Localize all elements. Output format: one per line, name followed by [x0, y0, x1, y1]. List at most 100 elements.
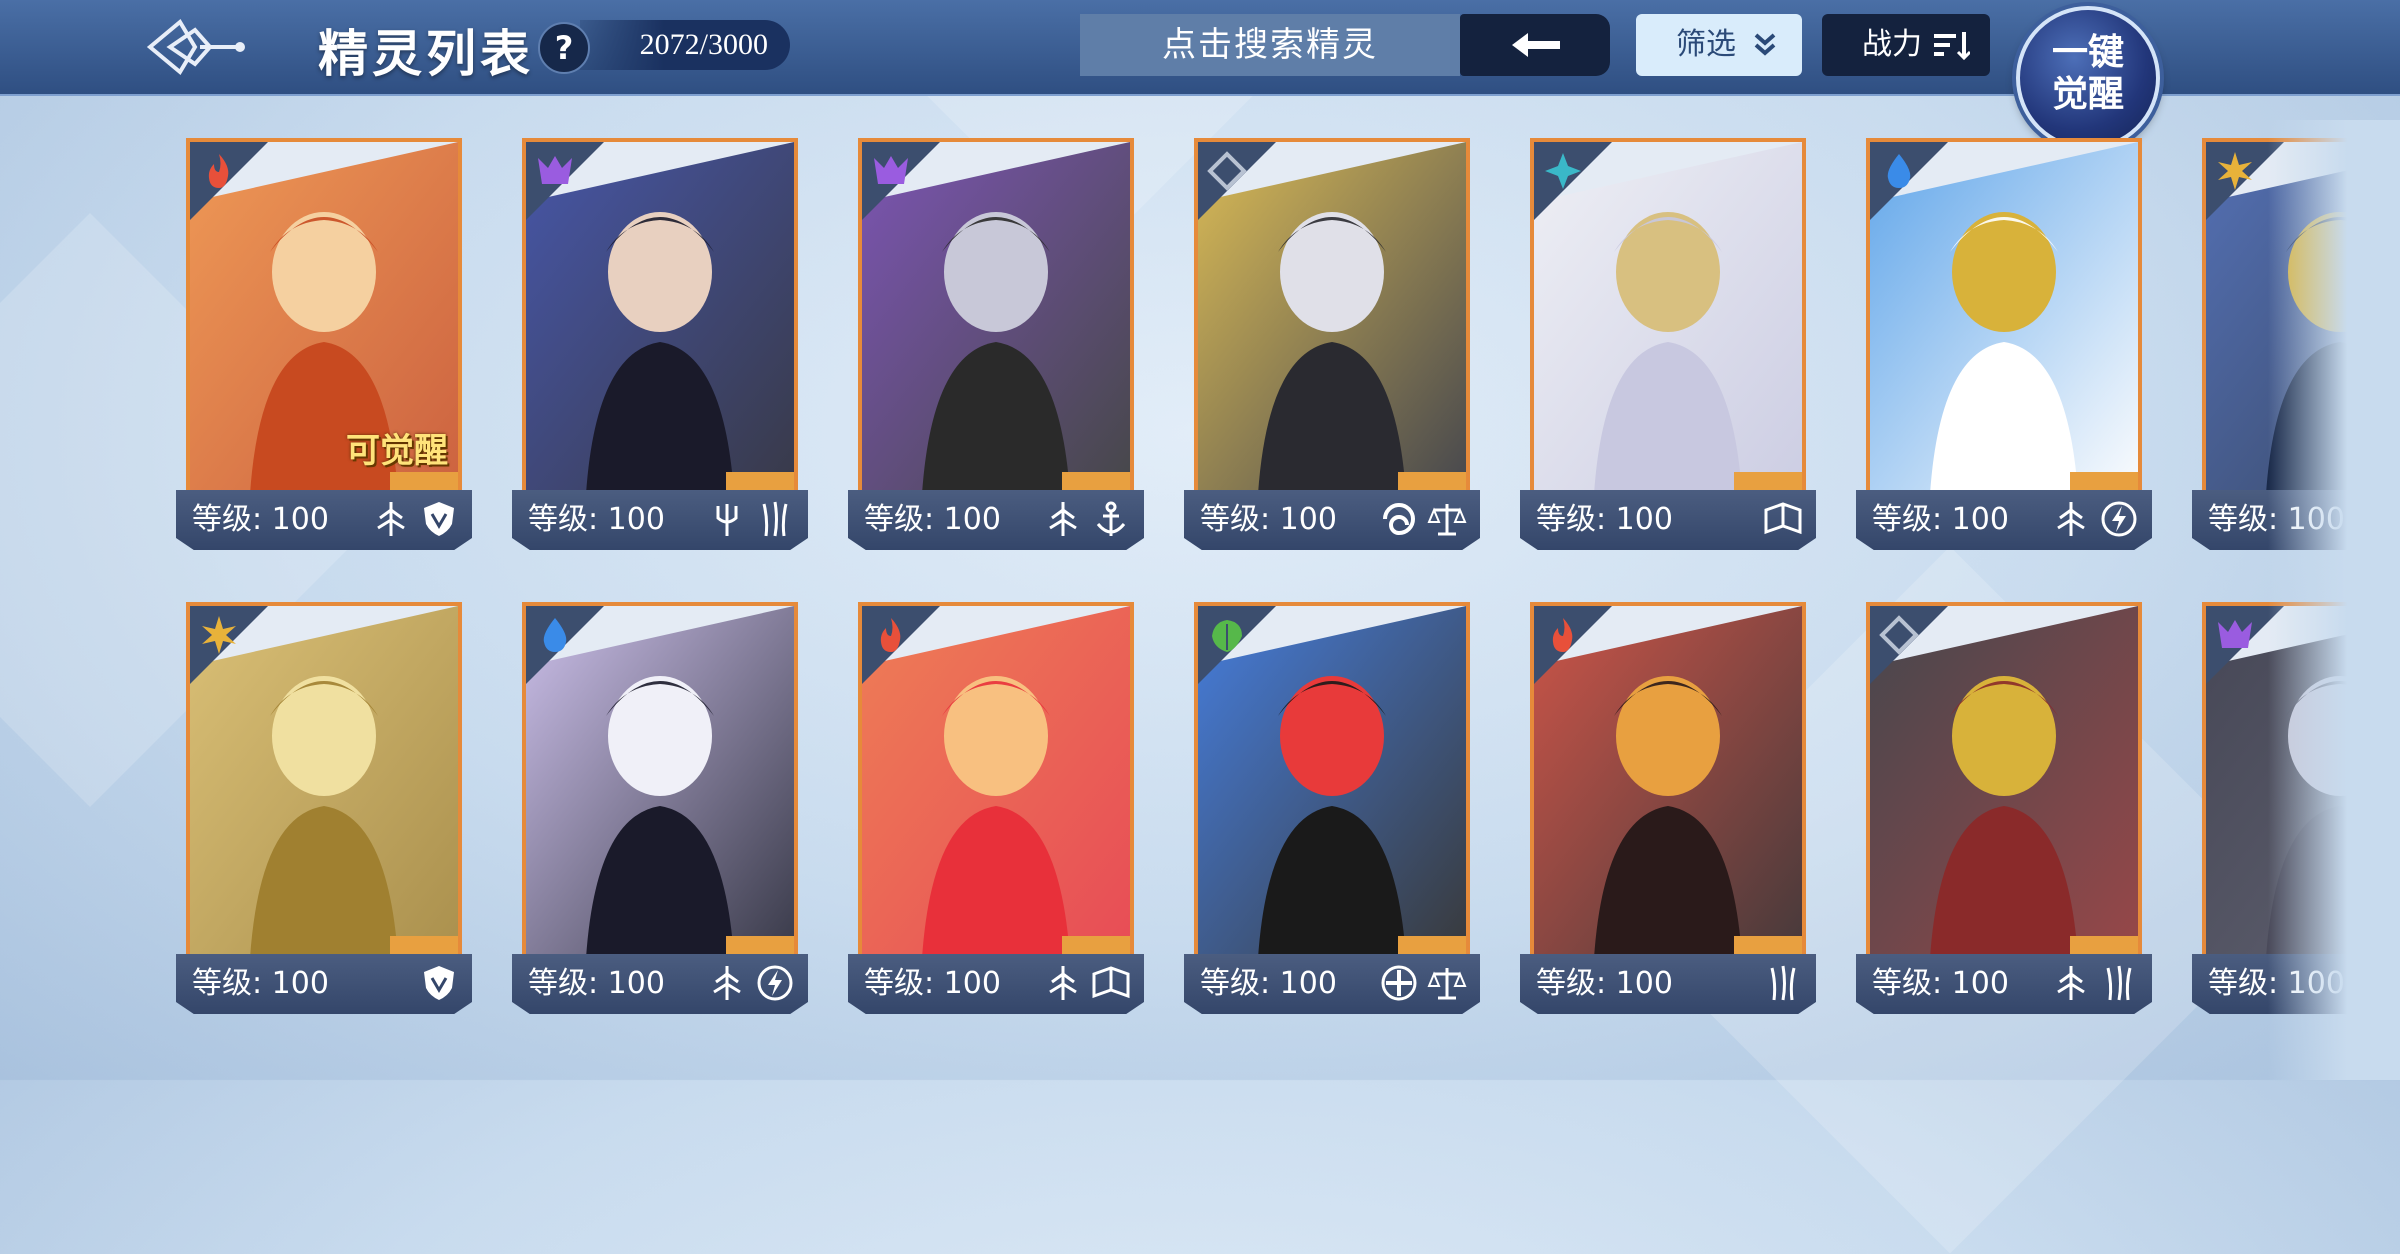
awaken-all-button[interactable]: 一键 觉醒 — [2016, 6, 2160, 150]
help-button[interactable]: ? — [538, 22, 590, 74]
spirit-card[interactable]: 等级: 100 — [1520, 602, 1816, 1018]
spirit-card[interactable]: 等级: 100 — [176, 602, 472, 1018]
filter-button[interactable]: 筛选 — [1636, 14, 1802, 76]
spirit-card[interactable]: 等级: 100 — [1184, 602, 1480, 1018]
spirit-card[interactable]: 等级: 100 — [512, 602, 808, 1018]
level-label: 等级: 100 — [192, 502, 329, 537]
level-label: 等级: 100 — [1200, 502, 1337, 537]
trait-icons — [1378, 498, 1468, 542]
trait-icons — [418, 962, 460, 1006]
card-frame — [858, 138, 1134, 498]
card-frame — [1530, 602, 1806, 962]
water-element-icon — [543, 618, 567, 652]
card-info-bar: 等级: 100 — [1856, 954, 2152, 1014]
cross-icon — [1381, 965, 1417, 1001]
shield-icon — [424, 966, 454, 1000]
arrow-left-icon — [1512, 33, 1560, 57]
card-info-bar: 等级: 100 — [1520, 490, 1816, 550]
chevron-double-down-icon — [1754, 33, 1776, 56]
card-frame — [1866, 602, 2142, 962]
card-frame — [1194, 138, 1470, 498]
back-button[interactable] — [1460, 14, 1610, 76]
card-info-bar: 等级: 100 — [176, 954, 472, 1014]
level-label: 等级: 100 — [1536, 502, 1673, 537]
trident-icon — [716, 504, 738, 536]
tree-icon — [1049, 966, 1077, 1000]
card-frame — [858, 602, 1134, 962]
card-info-bar: 等级: 100 — [1184, 490, 1480, 550]
spirit-card[interactable]: 等级: 100 — [1184, 138, 1480, 554]
lightning-icon — [757, 965, 793, 1001]
card-info-bar: 等级: 100 — [176, 490, 472, 550]
light-element-icon — [2218, 152, 2252, 190]
level-label: 等级: 100 — [528, 502, 665, 537]
scale-icon — [1427, 968, 1467, 1000]
trait-icons — [2050, 962, 2140, 1006]
spirit-card[interactable]: 可觉醒 等级: 100 — [176, 138, 472, 554]
anchor-icon — [1096, 501, 1126, 536]
sort-label: 战力 — [1862, 27, 1922, 62]
book-icon — [1092, 966, 1130, 999]
shield-icon — [424, 502, 454, 536]
trait-icons — [1042, 498, 1132, 542]
game-logo-icon — [146, 18, 245, 76]
neutral-element-icon — [1207, 151, 1247, 191]
spirit-card[interactable]: 等级: 100 — [512, 138, 808, 554]
trait-icons — [2050, 498, 2140, 542]
sort-power-button[interactable]: 战力 — [1822, 14, 1990, 76]
tree-icon — [377, 502, 405, 536]
water-element-icon — [1887, 154, 1911, 188]
tree-icon — [1049, 502, 1077, 536]
level-label: 等级: 100 — [528, 966, 665, 1001]
awakenable-badge: 可觉醒 — [346, 431, 448, 471]
spirit-card[interactable]: 等级: 100 — [1856, 602, 2152, 1018]
tree-icon — [2057, 966, 2085, 1000]
book-icon — [1764, 502, 1802, 535]
fire-element-icon — [208, 154, 229, 188]
card-frame — [1194, 602, 1470, 962]
card-frame — [522, 602, 798, 962]
claw-icon — [2106, 965, 2132, 1001]
level-label: 等级: 100 — [1872, 966, 2009, 1001]
scale-icon — [1427, 504, 1467, 536]
claw-icon — [762, 501, 788, 537]
holy-element-icon — [1545, 153, 1581, 189]
spirit-card[interactable]: 等级: 100 — [848, 138, 1144, 554]
trait-icons — [706, 962, 796, 1006]
grid-fade-edge — [2268, 120, 2400, 1080]
card-info-bar: 等级: 100 — [512, 490, 808, 550]
grass-element-icon — [1212, 620, 1242, 652]
dark-element-icon — [874, 156, 908, 184]
card-frame — [186, 602, 462, 962]
card-frame — [1866, 138, 2142, 498]
claw-icon — [1770, 965, 1796, 1001]
spirit-card[interactable]: 等级: 100 — [1520, 138, 1816, 554]
spirit-card[interactable]: 等级: 100 — [848, 602, 1144, 1018]
trait-icons — [706, 498, 796, 542]
search-input[interactable]: 点击搜索精灵 — [1080, 14, 1460, 76]
tree-icon — [713, 966, 741, 1000]
card-info-bar: 等级: 100 — [848, 954, 1144, 1014]
fire-element-icon — [1552, 618, 1573, 652]
trait-icons — [1378, 962, 1468, 1006]
tree-icon — [2057, 502, 2085, 536]
light-element-icon — [202, 616, 236, 654]
awaken-all-label-1: 一键 — [2051, 31, 2124, 73]
dark-element-icon — [538, 156, 572, 184]
card-info-bar: 等级: 100 — [1856, 490, 2152, 550]
card-info-bar: 等级: 100 — [1520, 954, 1816, 1014]
top-bar: 精灵列表 2072/3000 ? 点击搜索精灵 筛选 战力 一键 觉醒 — [0, 0, 2400, 150]
level-label: 等级: 100 — [864, 502, 1001, 537]
level-label: 等级: 100 — [1536, 966, 1673, 1001]
spirit-card[interactable]: 等级: 100 — [1856, 138, 2152, 554]
card-info-bar: 等级: 100 — [848, 490, 1144, 550]
lightning-icon — [2101, 501, 2137, 537]
trait-icons — [370, 498, 460, 542]
card-frame: 可觉醒 — [186, 138, 462, 498]
card-info-bar: 等级: 100 — [512, 954, 808, 1014]
spirit-count: 2072/3000 — [580, 20, 790, 70]
level-label: 等级: 100 — [192, 966, 329, 1001]
card-frame — [522, 138, 798, 498]
sort-descending-icon — [1934, 32, 1970, 60]
fire-element-icon — [880, 618, 901, 652]
